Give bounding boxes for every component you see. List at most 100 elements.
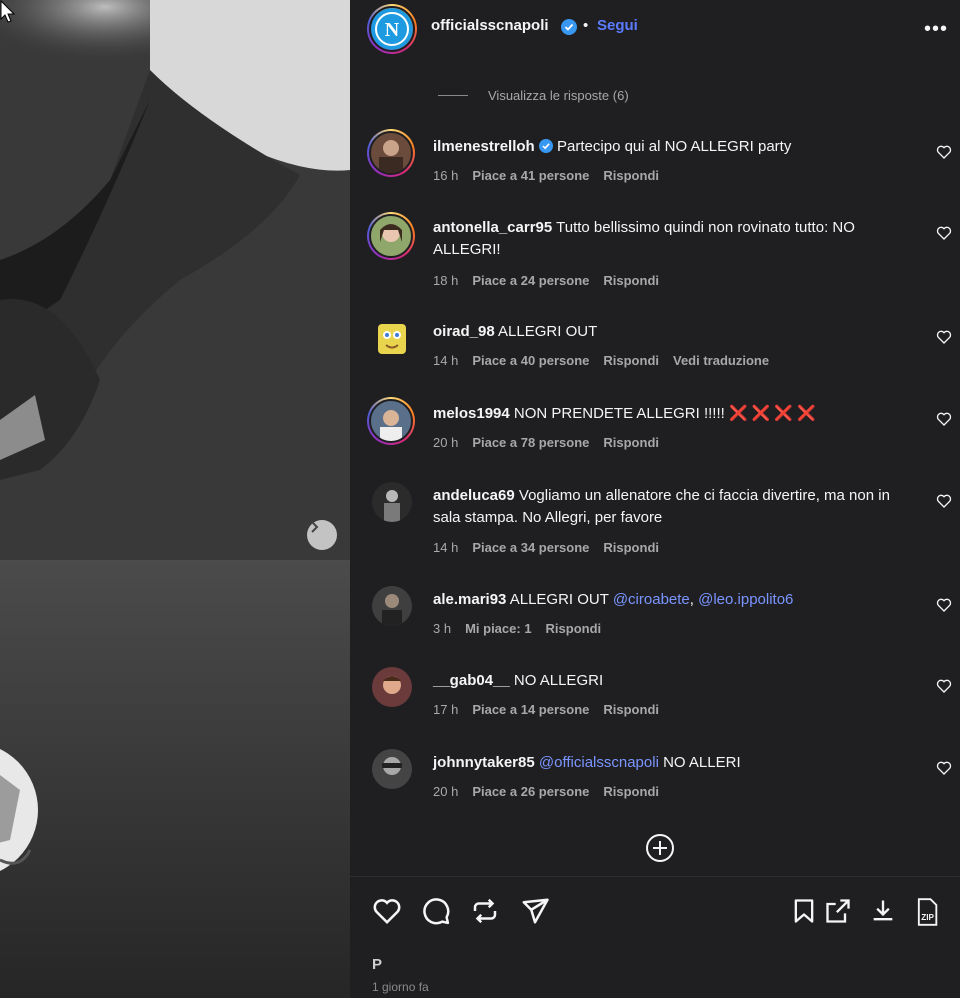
- avatar-photo: [380, 224, 402, 242]
- comment-username[interactable]: andeluca69: [433, 487, 515, 504]
- svg-text:ZIP: ZIP: [921, 913, 934, 922]
- comment-username[interactable]: johnnytaker85: [433, 754, 535, 771]
- comment-text: NO ALLERI: [663, 754, 741, 771]
- cross-emojis: ❌❌❌❌: [728, 405, 820, 422]
- reply-button[interactable]: Rispondi: [603, 784, 659, 799]
- comment-time: 17 h: [433, 702, 459, 717]
- avatar-photo: [379, 140, 403, 173]
- comment-text: ALLEGRI OUT: [509, 591, 609, 608]
- comment-meta: 20 h Piace a 78 persone Rispondi: [433, 435, 659, 450]
- reply-button[interactable]: Rispondi: [603, 435, 659, 450]
- more-options-icon[interactable]: •••: [924, 18, 948, 41]
- comment-likes[interactable]: Piace a 78 persone: [472, 435, 589, 450]
- heart-icon[interactable]: [936, 678, 952, 694]
- comment-time: 14 h: [433, 353, 459, 368]
- heart-icon[interactable]: [936, 493, 952, 509]
- comment-meta: 20 h Piace a 26 persone Rispondi: [433, 784, 659, 799]
- heart-icon[interactable]: [936, 597, 952, 613]
- comment-meta: 14 h Piace a 34 persone Rispondi: [433, 540, 659, 555]
- avatar-photo: [383, 676, 401, 694]
- view-replies-label: Visualizza le risposte (6): [488, 88, 629, 103]
- comment-meta: 17 h Piace a 14 persone Rispondi: [433, 702, 659, 717]
- avatar-photo: [382, 757, 402, 775]
- reply-button[interactable]: Rispondi: [603, 353, 659, 368]
- comment-text-block: johnnytaker85 @officialsscnapoli NO ALLE…: [433, 752, 913, 774]
- commenter-avatar[interactable]: [372, 667, 412, 707]
- download-icon[interactable]: [869, 896, 897, 926]
- comment-text: NON PRENDETE ALLEGRI !!!!!: [513, 405, 725, 422]
- comment-likes[interactable]: Piace a 26 persone: [472, 784, 589, 799]
- comment-username[interactable]: ale.mari93: [433, 591, 506, 608]
- napoli-logo-icon: N: [371, 8, 413, 50]
- chevron-right-icon: [311, 521, 319, 533]
- comment-meta: 16 h Piace a 41 persone Rispondi: [433, 168, 659, 183]
- comment-username[interactable]: melos1994: [433, 405, 510, 422]
- external-link-icon[interactable]: [824, 896, 852, 926]
- comment-text-block: andeluca69 Vogliamo un allenatore che ci…: [433, 485, 913, 529]
- zip-icon[interactable]: ZIP: [913, 896, 941, 928]
- comment-likes[interactable]: Piace a 40 persone: [472, 353, 589, 368]
- comment-likes[interactable]: Mi piace: 1: [465, 621, 531, 636]
- comment-text-block: melos1994 NON PRENDETE ALLEGRI !!!!! ❌❌❌…: [433, 403, 913, 425]
- comment-text-block: oirad_98 ALLEGRI OUT: [433, 321, 913, 343]
- comment-username[interactable]: oirad_98: [433, 323, 495, 340]
- heart-icon[interactable]: [936, 329, 952, 345]
- comment-likes[interactable]: Piace a 24 persone: [472, 273, 589, 288]
- send-icon[interactable]: [520, 896, 550, 926]
- reply-button[interactable]: Rispondi: [546, 621, 602, 636]
- comment-likes[interactable]: Piace a 14 persone: [472, 702, 589, 717]
- mouse-cursor-icon: [0, 0, 16, 23]
- comment-username[interactable]: __gab04__: [433, 672, 510, 689]
- heart-icon[interactable]: [936, 225, 952, 241]
- comment-text-block: antonella_carr95 Tutto bellissimo quindi…: [433, 217, 913, 261]
- mention-link[interactable]: @ciroabete: [613, 591, 690, 608]
- avatar-photo: [380, 410, 402, 441]
- commenter-avatar[interactable]: [367, 212, 415, 260]
- comment-text: ALLEGRI OUT: [498, 323, 598, 340]
- mention-link[interactable]: @officialsscnapoli: [539, 754, 659, 771]
- reply-button[interactable]: Rispondi: [603, 540, 659, 555]
- comments-panel: N officialsscnapoli • Segui ••• Visualiz…: [350, 0, 960, 998]
- avatar-photo: [384, 490, 400, 522]
- comment-time: 14 h: [433, 540, 459, 555]
- commenter-avatar[interactable]: [367, 397, 415, 445]
- reply-button[interactable]: Rispondi: [603, 702, 659, 717]
- comment-meta: 18 h Piace a 24 persone Rispondi: [433, 273, 659, 288]
- comment-username[interactable]: ilmenestrelloh: [433, 138, 535, 155]
- heart-icon[interactable]: [936, 411, 952, 427]
- heart-icon[interactable]: [936, 144, 952, 160]
- comment-text: NO ALLEGRI: [513, 672, 604, 689]
- comment-likes[interactable]: Piace a 41 persone: [472, 168, 589, 183]
- post-actions-bar: ZIP: [350, 896, 960, 940]
- translate-button[interactable]: Vedi traduzione: [673, 353, 769, 368]
- commenter-avatar[interactable]: [367, 129, 415, 177]
- comma: ,: [689, 591, 694, 608]
- comment-likes[interactable]: Piace a 34 persone: [472, 540, 589, 555]
- author-username[interactable]: officialsscnapoli: [431, 17, 549, 34]
- bookmark-icon[interactable]: [790, 896, 818, 926]
- mention-link[interactable]: @leo.ippolito6: [698, 591, 793, 608]
- next-photo-button[interactable]: [307, 520, 337, 550]
- repost-icon[interactable]: [470, 896, 500, 926]
- comment-text-block: ilmenestrelloh Partecipo qui al NO ALLEG…: [433, 136, 913, 158]
- plus-circle-icon[interactable]: [644, 832, 676, 864]
- post-likes-count[interactable]: P: [372, 956, 382, 973]
- post-photo: [0, 0, 350, 998]
- view-replies-link[interactable]: Visualizza le risposte (6): [438, 88, 629, 103]
- post-date: 1 giorno fa: [372, 980, 429, 994]
- reply-button[interactable]: Rispondi: [603, 168, 659, 183]
- heart-icon[interactable]: [372, 896, 402, 926]
- reply-button[interactable]: Rispondi: [603, 273, 659, 288]
- comment-text: Partecipo qui al NO ALLEGRI party: [557, 138, 792, 155]
- commenter-avatar[interactable]: [372, 482, 412, 522]
- comment-text-block: ale.mari93 ALLEGRI OUT @ciroabete, @leo.…: [433, 589, 913, 611]
- commenter-avatar[interactable]: [372, 586, 412, 626]
- commenter-avatar[interactable]: [372, 749, 412, 789]
- comment-text-block: __gab04__ NO ALLEGRI: [433, 670, 913, 692]
- comment-bubble-icon[interactable]: [421, 896, 451, 926]
- commenter-avatar[interactable]: [372, 318, 412, 358]
- follow-button[interactable]: Segui: [597, 17, 638, 34]
- author-avatar[interactable]: N: [367, 4, 417, 54]
- heart-icon[interactable]: [936, 760, 952, 776]
- comment-username[interactable]: antonella_carr95: [433, 219, 552, 236]
